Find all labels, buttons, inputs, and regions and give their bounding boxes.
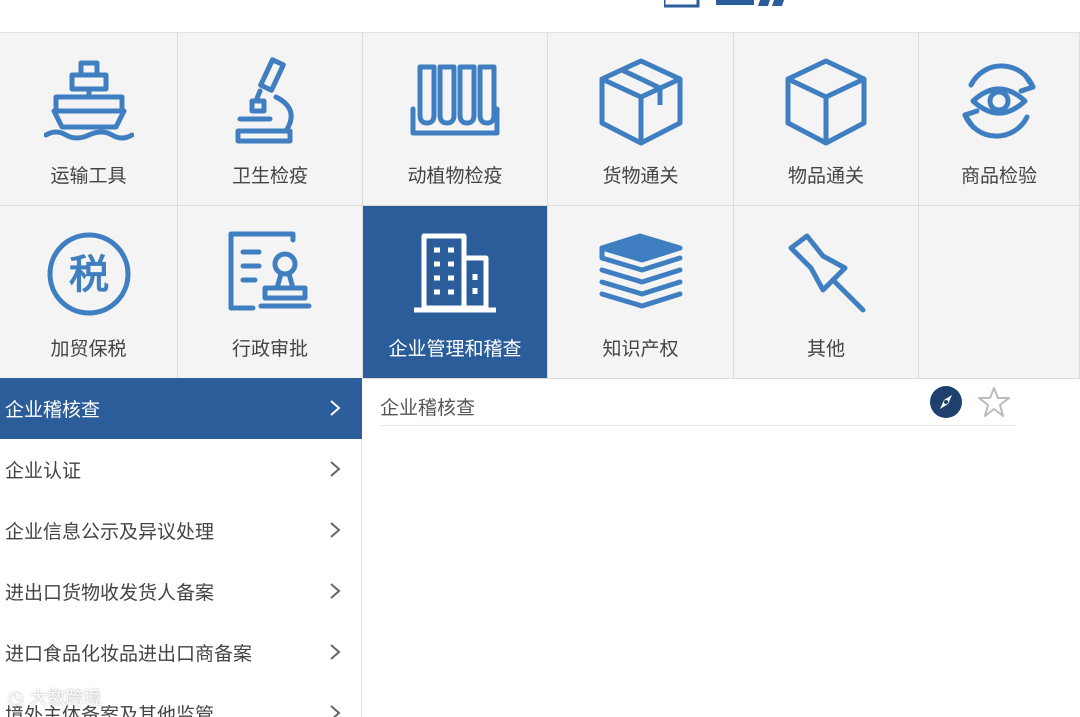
sidebar-item-label: 企业信息公示及异议处理: [5, 521, 215, 543]
box-icon: [785, 58, 867, 146]
chevron-right-icon: [330, 461, 341, 477]
tile-label: 运输工具: [50, 165, 127, 187]
tile-plant-animal-quarantine[interactable]: 动植物检疫: [363, 33, 548, 206]
tile-commodity-inspection[interactable]: 商品检验: [919, 33, 1080, 206]
top-bar: [0, 0, 1080, 32]
site-logo: [664, 0, 784, 8]
chevron-right-icon: [330, 522, 341, 538]
tile-enterprise-management[interactable]: 企业管理和稽查: [363, 206, 548, 379]
tile-goods-clearance[interactable]: 货物通关: [548, 33, 734, 206]
books-icon: [599, 233, 682, 309]
eye-refresh-icon: [962, 63, 1036, 139]
tile-label: 动植物检疫: [407, 165, 503, 187]
pushpin-icon: [788, 233, 866, 313]
sidebar-item-food-cosmetics-registration[interactable]: 进口食品化妆品进出口商备案: [0, 622, 362, 683]
tile-other[interactable]: 其他: [734, 206, 919, 379]
content-header: 企业稽核查: [380, 378, 1016, 426]
tile-label: 卫生检疫: [231, 165, 308, 187]
sidebar-item-label: 企业稽核查: [5, 399, 101, 421]
tile-label: 加贸保税: [50, 338, 127, 360]
building-icon: [414, 233, 496, 313]
category-grid: 运输工具 卫生检疫 动植物检疫 货物通关 物品通关 商品检验 税 加贸保税 行政…: [0, 32, 1080, 379]
chevron-right-icon: [330, 400, 341, 416]
tile-intellectual-property[interactable]: 知识产权: [548, 206, 734, 379]
chevron-right-icon: [330, 583, 341, 599]
chevron-right-icon: [330, 705, 341, 717]
sidebar-item-info-disclosure[interactable]: 企业信息公示及异议处理: [0, 500, 362, 561]
sidebar-item-label: 进口食品化妆品进出口商备案: [5, 643, 253, 665]
sidebar-item-enterprise-certification[interactable]: 企业认证: [0, 439, 362, 500]
package-icon: [599, 58, 682, 146]
tile-administrative-approval[interactable]: 行政审批: [178, 206, 363, 379]
tile-articles-clearance[interactable]: 物品通关: [734, 33, 919, 206]
test-tubes-icon: [410, 64, 500, 136]
tile-empty: [919, 206, 1080, 379]
tile-label: 物品通关: [787, 165, 864, 187]
sidebar-item-consignor-registration[interactable]: 进出口货物收发货人备案: [0, 561, 362, 622]
tile-health-quarantine[interactable]: 卫生检疫: [178, 33, 363, 206]
tile-label: 知识产权: [602, 338, 679, 360]
sidebar-item-label: 进出口货物收发货人备案: [5, 582, 215, 604]
star-icon[interactable]: [978, 386, 1010, 418]
tile-label: 货物通关: [602, 165, 679, 187]
sidebar: 企业稽核查 企业认证 企业信息公示及异议处理 进出口货物收发货人备案 进口食品化…: [0, 378, 362, 717]
content-title: 企业稽核查: [380, 397, 476, 419]
compass-icon[interactable]: [930, 386, 962, 418]
tile-label: 商品检验: [960, 165, 1037, 187]
tax-glyph: 税: [69, 252, 109, 298]
sidebar-item-label: 企业认证: [5, 460, 82, 482]
tile-label: 企业管理和稽查: [388, 338, 522, 360]
sidebar-item-enterprise-audit[interactable]: 企业稽核查: [0, 378, 362, 439]
microscope-icon: [235, 57, 294, 144]
tile-bonded-processing[interactable]: 税 加贸保税: [0, 206, 178, 379]
tax-icon: 税: [47, 232, 130, 316]
tile-label: 行政审批: [231, 338, 308, 360]
watermark-text: 大数跨境: [29, 688, 102, 709]
chevron-right-icon: [330, 644, 341, 660]
approval-stamp-icon: [228, 231, 312, 311]
tile-transport[interactable]: 运输工具: [0, 33, 178, 206]
tile-label: 其他: [806, 338, 845, 360]
ship-icon: [43, 60, 134, 141]
watermark: ◔ 大数跨境: [8, 684, 101, 710]
watermark-icon: ◔: [8, 688, 24, 709]
